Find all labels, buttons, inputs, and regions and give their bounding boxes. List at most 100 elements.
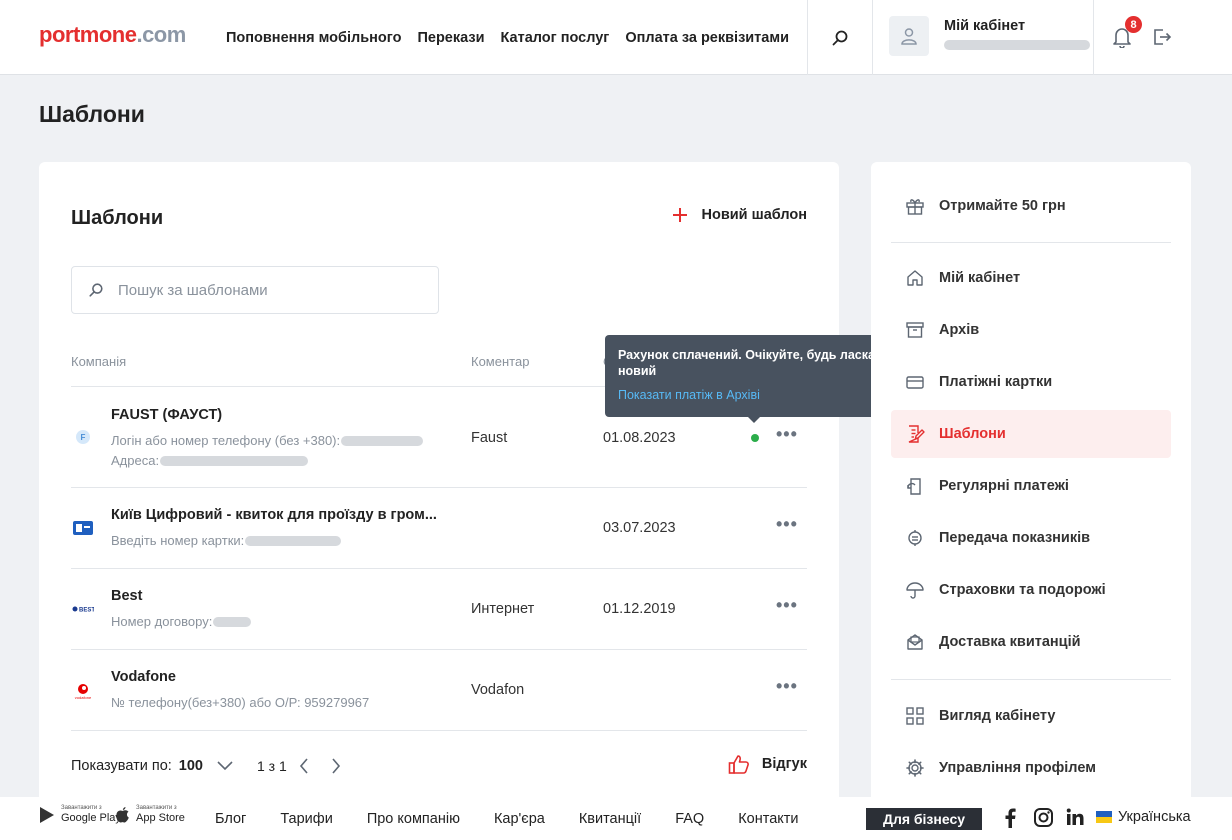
row-more-menu[interactable]: •••	[776, 424, 798, 445]
layout-icon	[905, 706, 925, 726]
sidebar-item-recurring[interactable]: Регулярні платежі	[891, 462, 1171, 510]
template-search-input[interactable]	[118, 281, 418, 299]
table-row[interactable]: vodafone Vodafone № телефону(без+380) аб…	[71, 649, 807, 731]
row-date: 01.08.2023	[603, 430, 676, 446]
facebook-icon	[1005, 808, 1016, 828]
avatar	[889, 16, 929, 56]
company-name: Best	[111, 588, 143, 604]
sidebar-item-receipts-delivery[interactable]: Доставка квитанцій	[891, 618, 1171, 666]
per-page-dropdown[interactable]	[217, 761, 233, 771]
page-info: 1 з 1	[257, 758, 287, 774]
sidebar-item-insurance[interactable]: Страховки та подорожі	[891, 566, 1171, 614]
row-more-menu[interactable]: •••	[776, 676, 798, 697]
sidebar-item-label: Передача показників	[939, 530, 1091, 546]
chevron-down-icon	[217, 761, 233, 771]
language-selector[interactable]: Українська	[1096, 809, 1191, 825]
logout-button[interactable]	[1152, 27, 1172, 52]
apple-icon	[116, 806, 129, 823]
user-name-redacted	[944, 39, 1090, 50]
user-icon	[901, 28, 917, 45]
nav-pay-by-details[interactable]: Оплата за реквізитами	[625, 30, 789, 46]
sidebar-item-bonus[interactable]: Отримайте 50 грн	[891, 182, 1171, 230]
table-row[interactable]: BEST Best Номер договору: Интернет 01.12…	[71, 568, 807, 649]
per-page-label: Показувати по:	[71, 758, 172, 774]
card-icon	[905, 372, 925, 392]
table-row[interactable]: Київ Цифровий - квиток для проїзду в гро…	[71, 487, 807, 568]
footer-link-tariffs[interactable]: Тарифи	[280, 811, 332, 827]
prev-page-button[interactable]	[299, 758, 309, 774]
logo-text: portmone	[39, 22, 137, 47]
business-button[interactable]: Для бізнесу	[866, 808, 982, 830]
feedback-button[interactable]: Відгук	[728, 754, 807, 774]
sidebar-item-label: Платіжні картки	[939, 374, 1053, 390]
instagram-link[interactable]	[1034, 808, 1053, 832]
sidebar-item-templates[interactable]: Шаблони	[891, 410, 1171, 458]
svg-text:F: F	[81, 433, 86, 442]
sidebar-item-cabinet[interactable]: Мій кабінет	[891, 254, 1171, 302]
sidebar-item-label: Шаблони	[939, 426, 1006, 442]
recurring-icon	[905, 476, 925, 496]
sidebar: Отримайте 50 грн Мій кабінет Архів Платі…	[871, 162, 1191, 812]
chevron-right-icon	[332, 758, 340, 774]
sidebar-item-cards[interactable]: Платіжні картки	[891, 358, 1171, 406]
logo-domain: .com	[136, 22, 186, 47]
chevron-left-icon	[299, 758, 308, 774]
vodafone-logo: vodafone	[71, 679, 95, 703]
per-page-value: 100	[178, 758, 203, 774]
store-caption: Завантажити з	[136, 805, 177, 811]
redacted-value	[245, 536, 342, 546]
nav-transfers[interactable]: Перекази	[417, 30, 484, 46]
best-logo: BEST	[71, 597, 95, 621]
footer-link-career[interactable]: Кар'єра	[494, 811, 545, 827]
sidebar-divider	[891, 242, 1171, 243]
portmone-logo[interactable]: portmone.com	[39, 22, 186, 48]
redacted-value	[341, 436, 424, 446]
footer-link-about[interactable]: Про компанію	[367, 811, 460, 827]
column-header-comment: Коментар	[471, 354, 530, 369]
column-header-company: Компанія	[71, 354, 127, 369]
sidebar-divider	[891, 679, 1171, 680]
company-name: Київ Цифровий - квиток для проїзду в гро…	[111, 507, 437, 523]
row-date: 01.12.2019	[603, 601, 676, 617]
row-date: 03.07.2023	[603, 520, 676, 536]
sidebar-item-meters[interactable]: Передача показників	[891, 514, 1171, 562]
plus-icon	[672, 208, 687, 222]
sidebar-item-profile[interactable]: Управління профілем	[891, 744, 1171, 792]
header-divider	[1093, 0, 1094, 75]
template-search	[71, 266, 439, 314]
home-icon	[905, 268, 925, 288]
page-title: Шаблони	[39, 101, 145, 127]
company-name: Vodafone	[111, 669, 176, 685]
sidebar-item-layout[interactable]: Вигляд кабінету	[891, 692, 1171, 740]
facebook-link[interactable]	[1004, 808, 1016, 833]
card-title: Шаблони	[71, 207, 164, 229]
footer: Завантажити з Google Play Завантажити з …	[0, 797, 1232, 840]
status-paid-dot[interactable]	[751, 434, 759, 442]
sidebar-item-label: Доставка квитанцій	[939, 634, 1081, 650]
nav-mobile-topup[interactable]: Поповнення мобільного	[226, 30, 401, 46]
google-play-link[interactable]: Завантажити з Google Play	[39, 805, 121, 824]
new-template-button[interactable]: Новий шаблон	[672, 207, 807, 223]
next-page-button[interactable]	[331, 758, 341, 774]
notifications-badge: 8	[1125, 16, 1142, 33]
meter-icon	[905, 528, 925, 548]
sidebar-item-label: Архів	[939, 322, 980, 338]
cabinet-menu[interactable]: Мій кабінет	[889, 16, 1090, 56]
footer-link-blog[interactable]: Блог	[215, 811, 246, 827]
row-more-menu[interactable]: •••	[776, 595, 798, 616]
tooltip-archive-link[interactable]: Показати платіж в Архіві	[618, 388, 892, 402]
row-more-menu[interactable]: •••	[776, 514, 798, 535]
linkedin-link[interactable]	[1066, 808, 1084, 831]
sidebar-item-label: Управління профілем	[939, 760, 1096, 776]
tooltip-text: Рахунок сплачений. Очікуйте, будь ласка,…	[618, 348, 879, 378]
header-search-button[interactable]	[808, 0, 872, 75]
google-play-icon	[40, 806, 54, 823]
footer-link-contacts[interactable]: Контакти	[738, 811, 798, 827]
app-store-link[interactable]: Завантажити з App Store	[115, 805, 185, 824]
svg-text:BEST: BEST	[79, 608, 94, 614]
sidebar-item-archive[interactable]: Архів	[891, 306, 1171, 354]
footer-link-faq[interactable]: FAQ	[675, 811, 704, 827]
footer-link-receipts[interactable]: Квитанції	[579, 811, 641, 827]
new-template-label: Новий шаблон	[701, 207, 807, 223]
nav-services-catalog[interactable]: Каталог послуг	[501, 30, 610, 46]
